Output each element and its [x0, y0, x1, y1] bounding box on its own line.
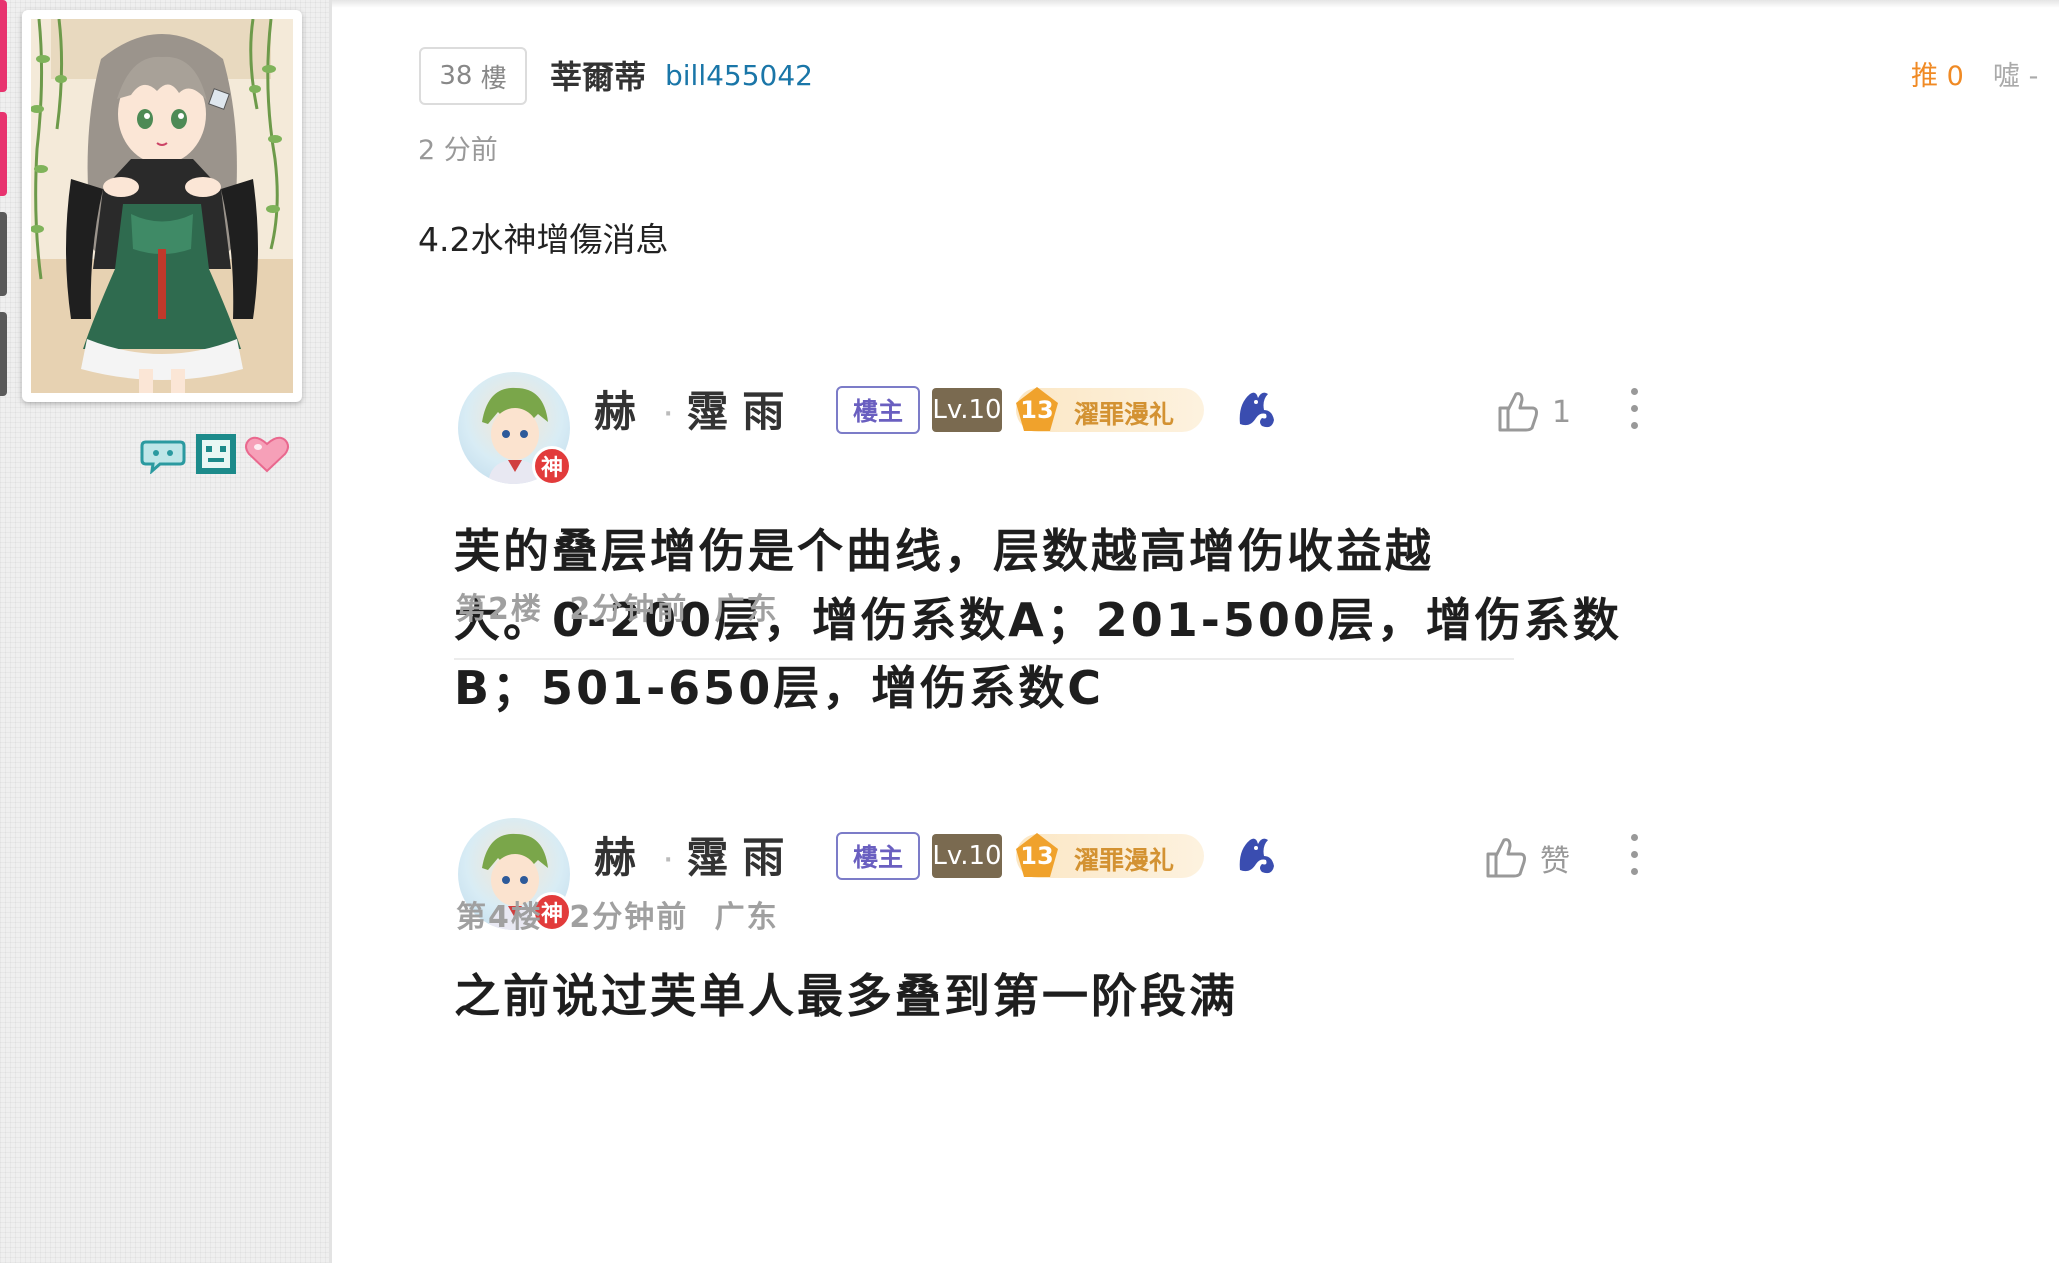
reply-author-name[interactable]: 赫 · 霪雨: [594, 824, 798, 885]
boo-label: 噓: [1993, 61, 2020, 92]
like-button[interactable]: 1: [1494, 388, 1571, 436]
author-avatar-card[interactable]: [22, 10, 302, 402]
floor-number: 38: [439, 61, 473, 91]
name-last: 霪雨: [686, 387, 799, 436]
push-count: 0: [1946, 61, 1964, 92]
author-badge-row: [140, 432, 290, 480]
god-badge: 神: [532, 446, 572, 486]
reply-author-name[interactable]: 赫 · 霪雨: [594, 378, 798, 439]
reply-meta: 第2楼 2分钟前 广东: [456, 592, 779, 627]
op-tag: 樓主: [836, 832, 920, 880]
like-button[interactable]: 赞: [1482, 834, 1570, 882]
edge-tab-gray[interactable]: [0, 212, 7, 296]
op-tag: 樓主: [836, 386, 920, 434]
top-shadow: [332, 0, 2059, 8]
like-count: 1: [1552, 394, 1572, 430]
fan-level-badge: 13: [1012, 831, 1062, 881]
post-time: 2 分前: [418, 135, 498, 166]
floor-suffix: 樓: [480, 63, 507, 94]
name-separator: ·: [664, 848, 673, 873]
floor-number-box[interactable]: 38 樓: [419, 47, 527, 105]
fan-title-text: 濯罪漫礼: [1074, 400, 1175, 429]
more-options-icon[interactable]: [1624, 382, 1644, 438]
capricorn-icon: [1232, 384, 1282, 434]
fan-title-tag: 13 濯罪漫礼: [1016, 387, 1204, 432]
fan-title-tag: 13 濯罪漫礼: [1016, 833, 1204, 878]
edge-tab-pink[interactable]: [0, 112, 7, 196]
reply-meta: 第4楼 2分钟前 广东: [456, 900, 779, 935]
reply-text-line-1: 之前说过芙单人最多叠到第一阶段满: [454, 969, 1238, 1023]
edge-tab-gray[interactable]: [0, 312, 7, 396]
post-content: 4.2水神增傷消息: [418, 220, 669, 259]
thumbs-up-icon: [1498, 392, 1538, 432]
embedded-screenshot: 神 赫 · 霪雨 樓主 Lv.10 13 濯罪漫礼 1 芙的叠层增伤是个曲线，层数越…: [436, 362, 1714, 1242]
level-tag: Lv.10: [932, 834, 1002, 878]
edge-tab-pink[interactable]: [0, 0, 7, 92]
name-first: 赫: [594, 387, 651, 436]
fan-level-badge: 13: [1012, 385, 1062, 435]
name-first: 赫: [594, 833, 651, 882]
like-label: 赞: [1540, 844, 1570, 879]
more-options-icon[interactable]: [1624, 828, 1644, 884]
author-sidebar: [0, 0, 332, 1263]
push-label: 推: [1911, 61, 1938, 92]
capricorn-icon: [1232, 830, 1282, 880]
thumbs-up-icon: [1486, 838, 1526, 878]
author-id-link[interactable]: bill455042: [665, 59, 813, 92]
boo-count: -: [2028, 61, 2039, 92]
fan-title-text: 濯罪漫礼: [1074, 846, 1175, 875]
level-tag: Lv.10: [932, 388, 1002, 432]
push-button[interactable]: 推 0: [1911, 54, 1964, 93]
reply-divider: [454, 658, 1514, 660]
heart-icon[interactable]: [244, 434, 290, 478]
author-name[interactable]: 莘爾蒂: [550, 52, 646, 98]
name-separator: ·: [664, 402, 673, 427]
chat-bubble-icon[interactable]: [140, 434, 188, 478]
author-avatar-image: [31, 19, 293, 393]
name-last: 霪雨: [686, 833, 799, 882]
reply-avatar[interactable]: 神: [458, 372, 572, 486]
pixel-face-icon[interactable]: [194, 432, 238, 480]
boo-button[interactable]: 噓 -: [1993, 54, 2038, 93]
